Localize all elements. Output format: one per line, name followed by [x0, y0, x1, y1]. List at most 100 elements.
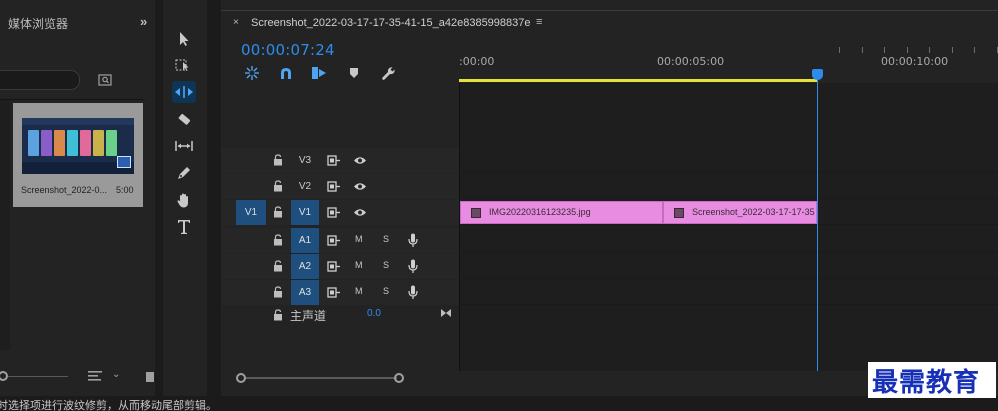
lock-icon[interactable] — [273, 234, 283, 246]
master-volume-value[interactable]: 0.0 — [367, 308, 381, 319]
fx-badge-icon — [471, 208, 481, 218]
nest-toggle-icon[interactable] — [243, 65, 261, 81]
ruler-tick — [929, 47, 930, 53]
lock-icon[interactable] — [273, 309, 283, 321]
playhead-timecode[interactable]: 00:00:07:24 — [241, 41, 335, 59]
timeline-clip[interactable]: Screenshot_2022-03-17-17-35 — [663, 201, 817, 224]
panel-gutter — [155, 0, 163, 396]
track-row-v3: V3 — [221, 148, 998, 173]
hand-tool-icon[interactable] — [172, 189, 196, 211]
chevron-down-icon[interactable]: ⌄ — [112, 369, 120, 380]
timeline-horizontal-scrollbar[interactable] — [236, 372, 404, 384]
timeline-clip[interactable]: IMG20220316123235.jpg — [460, 201, 663, 224]
track-row-a1: A1 M S — [221, 228, 998, 253]
panel-icon[interactable] — [146, 372, 154, 382]
sync-lock-icon[interactable] — [327, 207, 341, 218]
track-name[interactable]: V1 — [291, 200, 319, 225]
sync-lock-icon[interactable] — [327, 181, 341, 192]
close-icon[interactable]: × — [233, 17, 239, 28]
solo-button[interactable]: S — [383, 260, 389, 270]
zoom-slider-track[interactable] — [8, 376, 68, 377]
ruler-tick — [906, 47, 908, 53]
track-name[interactable]: V2 — [291, 174, 319, 199]
thumbnail-name: Screenshot_2022-0... — [21, 185, 108, 195]
playhead-line[interactable] — [817, 78, 818, 371]
sync-lock-icon[interactable] — [327, 287, 341, 298]
media-search-input[interactable] — [0, 70, 80, 90]
ruler-tick — [951, 47, 953, 53]
search-icon[interactable] — [98, 73, 112, 87]
lock-icon[interactable] — [273, 286, 283, 298]
eye-icon[interactable] — [353, 155, 367, 166]
mute-button[interactable]: M — [355, 260, 363, 270]
zoom-slider-handle[interactable] — [0, 371, 8, 381]
source-patch[interactable] — [236, 174, 266, 199]
snap-icon[interactable] — [277, 65, 295, 81]
playhead-handle[interactable] — [812, 69, 823, 80]
timeline-panel: × Screenshot_2022-03-17-17-35-41-15_a42e… — [221, 10, 998, 396]
chevron-double-right-icon[interactable]: » — [140, 14, 147, 29]
eye-icon[interactable] — [353, 207, 367, 218]
clip-label: IMG20220316123235.jpg — [489, 207, 591, 217]
ruler-label: 00:00:05:00 — [657, 55, 725, 68]
tools-panel — [163, 10, 207, 396]
mute-button[interactable]: M — [355, 286, 363, 296]
time-ruler[interactable]: :00:00 00:00:05:00 00:00:10:00 — [459, 36, 998, 83]
track-header: A1 M S — [221, 228, 459, 253]
source-patch[interactable]: V1 — [236, 200, 266, 225]
lock-icon[interactable] — [273, 180, 283, 192]
premiere-window: 媒体浏览器 » Screenshot_2022-0... 5:00 ⌄ × Sc… — [0, 0, 998, 411]
solo-button[interactable]: S — [383, 286, 389, 296]
ruler-label: :00:00 — [459, 55, 495, 68]
pen-tool-icon[interactable] — [172, 162, 196, 184]
track-name[interactable]: A1 — [291, 228, 319, 253]
fx-badge-icon — [674, 208, 684, 218]
source-patch[interactable] — [236, 148, 266, 173]
lock-icon[interactable] — [273, 154, 283, 166]
ruler-tick — [884, 47, 885, 53]
wrench-icon[interactable] — [379, 65, 397, 81]
track-row-a2: A2 M S — [221, 254, 998, 279]
thumbnail-duration: 5:00 — [116, 185, 134, 195]
ripple-edit-tool-icon[interactable] — [172, 81, 196, 103]
media-browser-title[interactable]: 媒体浏览器 — [8, 15, 68, 32]
work-area-bar[interactable] — [459, 79, 817, 82]
sync-lock-icon[interactable] — [327, 261, 341, 272]
track-row-v2: V2 — [221, 174, 998, 199]
panel-menu-icon[interactable]: ≡ — [536, 16, 542, 28]
track-name[interactable]: A2 — [291, 254, 319, 279]
selection-tool-icon[interactable] — [172, 28, 196, 50]
sync-lock-icon[interactable] — [327, 155, 341, 166]
track-header: V3 — [221, 148, 459, 173]
track-name[interactable]: V3 — [291, 148, 319, 173]
solo-button[interactable]: S — [383, 234, 389, 244]
add-marker-icon[interactable] — [345, 65, 363, 81]
track-select-forward-icon[interactable] — [172, 54, 196, 76]
eye-icon[interactable] — [353, 181, 367, 192]
track-header: V1 V1 — [221, 200, 459, 225]
microphone-icon[interactable] — [408, 259, 418, 274]
lock-icon[interactable] — [273, 206, 283, 218]
track-row-v1: V1 V1 IMG20220316123235.jpg Screenshot_2… — [221, 200, 998, 225]
status-bar: 时选择项进行波纹修剪，从而移动尾部剪辑。 — [0, 396, 998, 411]
linked-selection-icon[interactable] — [310, 65, 328, 81]
lock-icon[interactable] — [273, 260, 283, 272]
microphone-icon[interactable] — [408, 233, 418, 248]
sequence-tab[interactable]: Screenshot_2022-03-17-17-35-41-15_a42e83… — [251, 17, 531, 29]
slip-tool-icon[interactable] — [172, 135, 196, 157]
go-to-end-icon[interactable] — [440, 308, 452, 318]
media-browser-header: 媒体浏览器 » — [0, 10, 155, 36]
mute-button[interactable]: M — [355, 234, 363, 244]
scroll-handle-left[interactable] — [236, 373, 246, 383]
scroll-handle-right[interactable] — [394, 373, 404, 383]
ruler-tick — [974, 47, 975, 53]
type-tool-icon[interactable] — [172, 216, 196, 238]
sort-icon[interactable] — [88, 370, 102, 382]
sync-lock-icon[interactable] — [327, 235, 341, 246]
razor-tool-icon[interactable] — [172, 108, 196, 130]
panel-gutter — [207, 0, 221, 396]
ruler-tick — [839, 47, 840, 53]
media-browser-footer: ⌄ — [0, 366, 155, 388]
media-thumbnail-card[interactable]: Screenshot_2022-0... 5:00 — [13, 103, 143, 207]
microphone-icon[interactable] — [408, 285, 418, 300]
